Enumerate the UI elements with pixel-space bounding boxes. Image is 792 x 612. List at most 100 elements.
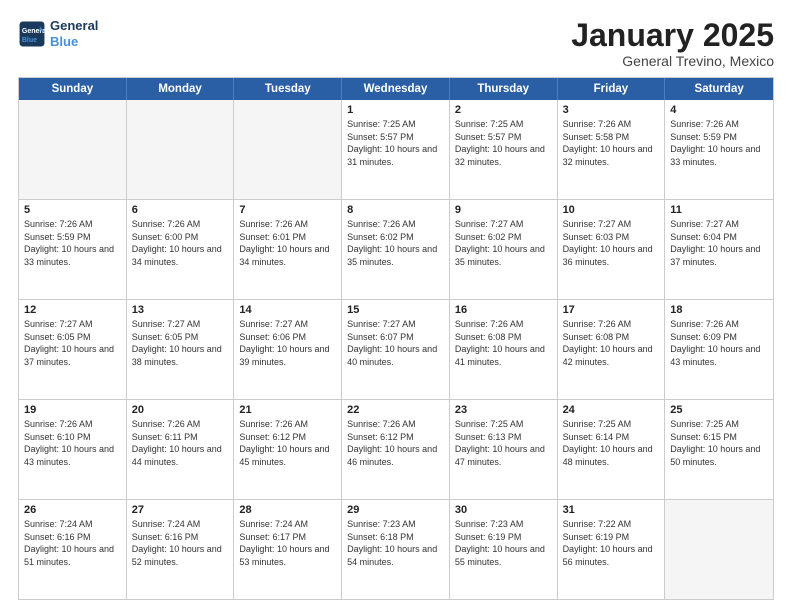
calendar-cell: 6 Sunrise: 7:26 AMSunset: 6:00 PMDayligh… — [127, 200, 235, 299]
cell-info: Sunrise: 7:25 AMSunset: 6:15 PMDaylight:… — [670, 418, 768, 468]
cell-info: Sunrise: 7:26 AMSunset: 6:12 PMDaylight:… — [347, 418, 444, 468]
cell-info: Sunrise: 7:26 AMSunset: 5:58 PMDaylight:… — [563, 118, 660, 168]
calendar-cell: 19 Sunrise: 7:26 AMSunset: 6:10 PMDaylig… — [19, 400, 127, 499]
cell-info: Sunrise: 7:25 AMSunset: 6:13 PMDaylight:… — [455, 418, 552, 468]
cell-date: 20 — [132, 404, 229, 416]
svg-text:General: General — [22, 28, 46, 35]
cell-date: 14 — [239, 304, 336, 316]
cell-info: Sunrise: 7:24 AMSunset: 6:16 PMDaylight:… — [24, 518, 121, 568]
calendar-cell: 11 Sunrise: 7:27 AMSunset: 6:04 PMDaylig… — [665, 200, 773, 299]
day-tuesday: Tuesday — [234, 78, 342, 100]
page: General Blue General Blue January 2025 G… — [0, 0, 792, 612]
cell-date: 11 — [670, 204, 768, 216]
day-monday: Monday — [127, 78, 235, 100]
calendar-header: Sunday Monday Tuesday Wednesday Thursday… — [19, 78, 773, 100]
location-title: General Trevino, Mexico — [571, 53, 774, 69]
cell-date: 19 — [24, 404, 121, 416]
calendar-cell: 8 Sunrise: 7:26 AMSunset: 6:02 PMDayligh… — [342, 200, 450, 299]
cell-date: 15 — [347, 304, 444, 316]
cell-date: 18 — [670, 304, 768, 316]
day-friday: Friday — [558, 78, 666, 100]
cell-info: Sunrise: 7:26 AMSunset: 6:02 PMDaylight:… — [347, 218, 444, 268]
cell-date: 28 — [239, 504, 336, 516]
cell-date: 23 — [455, 404, 552, 416]
logo: General Blue General Blue — [18, 18, 98, 49]
cell-date: 22 — [347, 404, 444, 416]
calendar-cell: 27 Sunrise: 7:24 AMSunset: 6:16 PMDaylig… — [127, 500, 235, 599]
cell-date: 5 — [24, 204, 121, 216]
calendar-cell: 26 Sunrise: 7:24 AMSunset: 6:16 PMDaylig… — [19, 500, 127, 599]
cell-info: Sunrise: 7:23 AMSunset: 6:18 PMDaylight:… — [347, 518, 444, 568]
cell-date: 1 — [347, 104, 444, 116]
cell-info: Sunrise: 7:27 AMSunset: 6:07 PMDaylight:… — [347, 318, 444, 368]
cell-date: 8 — [347, 204, 444, 216]
cell-info: Sunrise: 7:22 AMSunset: 6:19 PMDaylight:… — [563, 518, 660, 568]
calendar-cell: 23 Sunrise: 7:25 AMSunset: 6:13 PMDaylig… — [450, 400, 558, 499]
calendar-row: 5 Sunrise: 7:26 AMSunset: 5:59 PMDayligh… — [19, 200, 773, 300]
logo-text: General Blue — [50, 18, 98, 49]
cell-info: Sunrise: 7:25 AMSunset: 5:57 PMDaylight:… — [455, 118, 552, 168]
day-thursday: Thursday — [450, 78, 558, 100]
calendar-cell — [234, 100, 342, 199]
calendar-cell: 25 Sunrise: 7:25 AMSunset: 6:15 PMDaylig… — [665, 400, 773, 499]
calendar-cell: 28 Sunrise: 7:24 AMSunset: 6:17 PMDaylig… — [234, 500, 342, 599]
cell-date: 16 — [455, 304, 552, 316]
calendar-cell: 17 Sunrise: 7:26 AMSunset: 6:08 PMDaylig… — [558, 300, 666, 399]
cell-info: Sunrise: 7:23 AMSunset: 6:19 PMDaylight:… — [455, 518, 552, 568]
calendar-cell: 5 Sunrise: 7:26 AMSunset: 5:59 PMDayligh… — [19, 200, 127, 299]
cell-info: Sunrise: 7:26 AMSunset: 6:00 PMDaylight:… — [132, 218, 229, 268]
cell-date: 30 — [455, 504, 552, 516]
calendar: Sunday Monday Tuesday Wednesday Thursday… — [18, 77, 774, 600]
cell-info: Sunrise: 7:26 AMSunset: 6:08 PMDaylight:… — [455, 318, 552, 368]
cell-date: 2 — [455, 104, 552, 116]
cell-info: Sunrise: 7:26 AMSunset: 5:59 PMDaylight:… — [24, 218, 121, 268]
calendar-cell: 2 Sunrise: 7:25 AMSunset: 5:57 PMDayligh… — [450, 100, 558, 199]
calendar-row: 26 Sunrise: 7:24 AMSunset: 6:16 PMDaylig… — [19, 500, 773, 599]
calendar-cell: 24 Sunrise: 7:25 AMSunset: 6:14 PMDaylig… — [558, 400, 666, 499]
title-block: January 2025 General Trevino, Mexico — [571, 18, 774, 69]
calendar-cell: 29 Sunrise: 7:23 AMSunset: 6:18 PMDaylig… — [342, 500, 450, 599]
cell-info: Sunrise: 7:27 AMSunset: 6:05 PMDaylight:… — [132, 318, 229, 368]
cell-info: Sunrise: 7:26 AMSunset: 6:09 PMDaylight:… — [670, 318, 768, 368]
calendar-cell: 22 Sunrise: 7:26 AMSunset: 6:12 PMDaylig… — [342, 400, 450, 499]
svg-text:Blue: Blue — [22, 36, 37, 43]
calendar-cell: 30 Sunrise: 7:23 AMSunset: 6:19 PMDaylig… — [450, 500, 558, 599]
cell-info: Sunrise: 7:27 AMSunset: 6:06 PMDaylight:… — [239, 318, 336, 368]
calendar-cell: 12 Sunrise: 7:27 AMSunset: 6:05 PMDaylig… — [19, 300, 127, 399]
cell-info: Sunrise: 7:27 AMSunset: 6:02 PMDaylight:… — [455, 218, 552, 268]
cell-info: Sunrise: 7:25 AMSunset: 6:14 PMDaylight:… — [563, 418, 660, 468]
cell-date: 12 — [24, 304, 121, 316]
calendar-row: 1 Sunrise: 7:25 AMSunset: 5:57 PMDayligh… — [19, 100, 773, 200]
cell-info: Sunrise: 7:26 AMSunset: 6:08 PMDaylight:… — [563, 318, 660, 368]
logo-line2: Blue — [50, 34, 78, 49]
calendar-cell: 1 Sunrise: 7:25 AMSunset: 5:57 PMDayligh… — [342, 100, 450, 199]
cell-date: 25 — [670, 404, 768, 416]
month-title: January 2025 — [571, 18, 774, 53]
calendar-cell: 7 Sunrise: 7:26 AMSunset: 6:01 PMDayligh… — [234, 200, 342, 299]
cell-date: 3 — [563, 104, 660, 116]
calendar-cell: 14 Sunrise: 7:27 AMSunset: 6:06 PMDaylig… — [234, 300, 342, 399]
calendar-cell: 16 Sunrise: 7:26 AMSunset: 6:08 PMDaylig… — [450, 300, 558, 399]
cell-info: Sunrise: 7:27 AMSunset: 6:04 PMDaylight:… — [670, 218, 768, 268]
calendar-cell: 4 Sunrise: 7:26 AMSunset: 5:59 PMDayligh… — [665, 100, 773, 199]
calendar-cell: 9 Sunrise: 7:27 AMSunset: 6:02 PMDayligh… — [450, 200, 558, 299]
calendar-row: 12 Sunrise: 7:27 AMSunset: 6:05 PMDaylig… — [19, 300, 773, 400]
cell-info: Sunrise: 7:27 AMSunset: 6:05 PMDaylight:… — [24, 318, 121, 368]
calendar-cell: 15 Sunrise: 7:27 AMSunset: 6:07 PMDaylig… — [342, 300, 450, 399]
logo-icon: General Blue — [18, 20, 46, 48]
cell-info: Sunrise: 7:26 AMSunset: 6:10 PMDaylight:… — [24, 418, 121, 468]
cell-date: 17 — [563, 304, 660, 316]
cell-info: Sunrise: 7:26 AMSunset: 6:11 PMDaylight:… — [132, 418, 229, 468]
calendar-cell — [19, 100, 127, 199]
cell-info: Sunrise: 7:24 AMSunset: 6:17 PMDaylight:… — [239, 518, 336, 568]
cell-date: 4 — [670, 104, 768, 116]
cell-info: Sunrise: 7:26 AMSunset: 6:01 PMDaylight:… — [239, 218, 336, 268]
cell-date: 7 — [239, 204, 336, 216]
cell-info: Sunrise: 7:25 AMSunset: 5:57 PMDaylight:… — [347, 118, 444, 168]
calendar-cell: 13 Sunrise: 7:27 AMSunset: 6:05 PMDaylig… — [127, 300, 235, 399]
cell-date: 21 — [239, 404, 336, 416]
cell-info: Sunrise: 7:26 AMSunset: 5:59 PMDaylight:… — [670, 118, 768, 168]
cell-info: Sunrise: 7:26 AMSunset: 6:12 PMDaylight:… — [239, 418, 336, 468]
cell-date: 27 — [132, 504, 229, 516]
calendar-cell: 18 Sunrise: 7:26 AMSunset: 6:09 PMDaylig… — [665, 300, 773, 399]
